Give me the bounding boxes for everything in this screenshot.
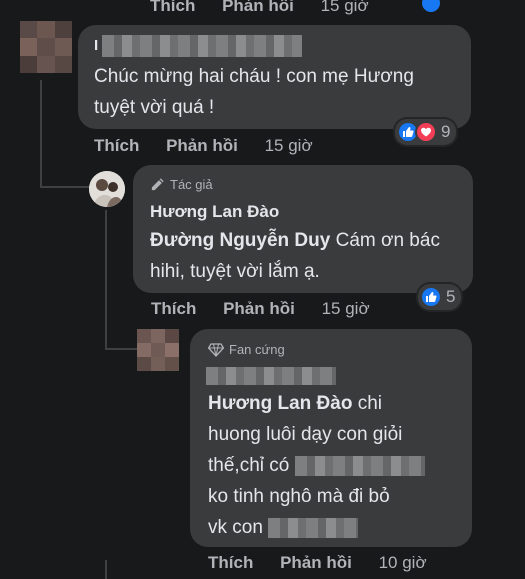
reaction-summary[interactable]: 5 (418, 284, 462, 310)
like-link[interactable]: Thích (208, 553, 253, 573)
reply-link[interactable]: Phản hồi (280, 553, 352, 573)
timestamp[interactable]: 15 giờ (321, 0, 369, 16)
like-reaction-icon (420, 286, 442, 308)
reaction-count: 5 (446, 287, 456, 306)
comment-text: Chúc mừng hai cháu ! con mẹ Hương tuyệt … (94, 66, 414, 118)
like-link[interactable]: Thích (94, 136, 139, 156)
comment-bubble: Fan cứng Hương Lan Đào chi huong luôi dạ… (190, 329, 472, 547)
reaction-count: 9 (441, 122, 451, 141)
commenter-name[interactable]: I (94, 35, 303, 57)
timestamp[interactable]: 15 giờ (322, 299, 370, 319)
reply-link[interactable]: Phản hồi (166, 136, 238, 156)
timestamp[interactable]: 15 giờ (265, 136, 313, 156)
redacted-name (206, 367, 336, 385)
comment-actions: Thích Phản hồi 15 giờ (151, 299, 392, 319)
reply-link[interactable]: Phản hồi (223, 299, 295, 319)
comment-text: Hương Lan Đào chi huong luôi dạy con giỏ… (208, 388, 463, 543)
top-comment-actions: Thích Phản hồi 15 giờ (150, 0, 391, 16)
comment-text: Đường Nguyễn Duy Cám ơn bác hihi, tuyệt … (150, 230, 440, 282)
commenter-name[interactable] (206, 367, 336, 385)
avatar[interactable] (89, 171, 125, 207)
commenter-name[interactable]: Hương Lan Đào (150, 202, 279, 222)
comment-actions: Thích Phản hồi 10 giờ (208, 553, 449, 573)
reaction-summary[interactable]: 9 (395, 119, 457, 145)
avatar[interactable] (137, 329, 179, 371)
redacted-text (268, 517, 359, 538)
like-reaction-icon (420, 0, 442, 14)
redacted-text (294, 455, 425, 476)
thread-line (40, 80, 42, 188)
mention-link[interactable]: Hương Lan Đào (208, 393, 352, 414)
thread-connector (40, 186, 90, 188)
pencil-icon (151, 178, 164, 191)
redacted-name (102, 35, 303, 57)
comment-bubble: Tác giả Hương Lan Đào Đường Nguyễn Duy C… (133, 165, 473, 293)
fan-badge: Fan cứng (208, 342, 285, 357)
timestamp[interactable]: 10 giờ (379, 553, 427, 573)
avatar[interactable] (20, 21, 72, 73)
love-reaction-icon (415, 121, 437, 143)
like-link[interactable]: Thích (151, 299, 196, 319)
thread-line (105, 210, 107, 350)
reply-link[interactable]: Phản hồi (222, 0, 294, 16)
like-link[interactable]: Thích (150, 0, 195, 16)
diamond-icon (208, 342, 224, 357)
comment-bubble: I Chúc mừng hai cháu ! con mẹ Hương tuyệ… (78, 25, 471, 129)
comment-actions: Thích Phản hồi 15 giờ (94, 136, 335, 156)
author-badge: Tác giả (150, 177, 213, 192)
thread-line (105, 560, 107, 579)
mention-link[interactable]: Đường Nguyễn Duy (150, 230, 330, 251)
